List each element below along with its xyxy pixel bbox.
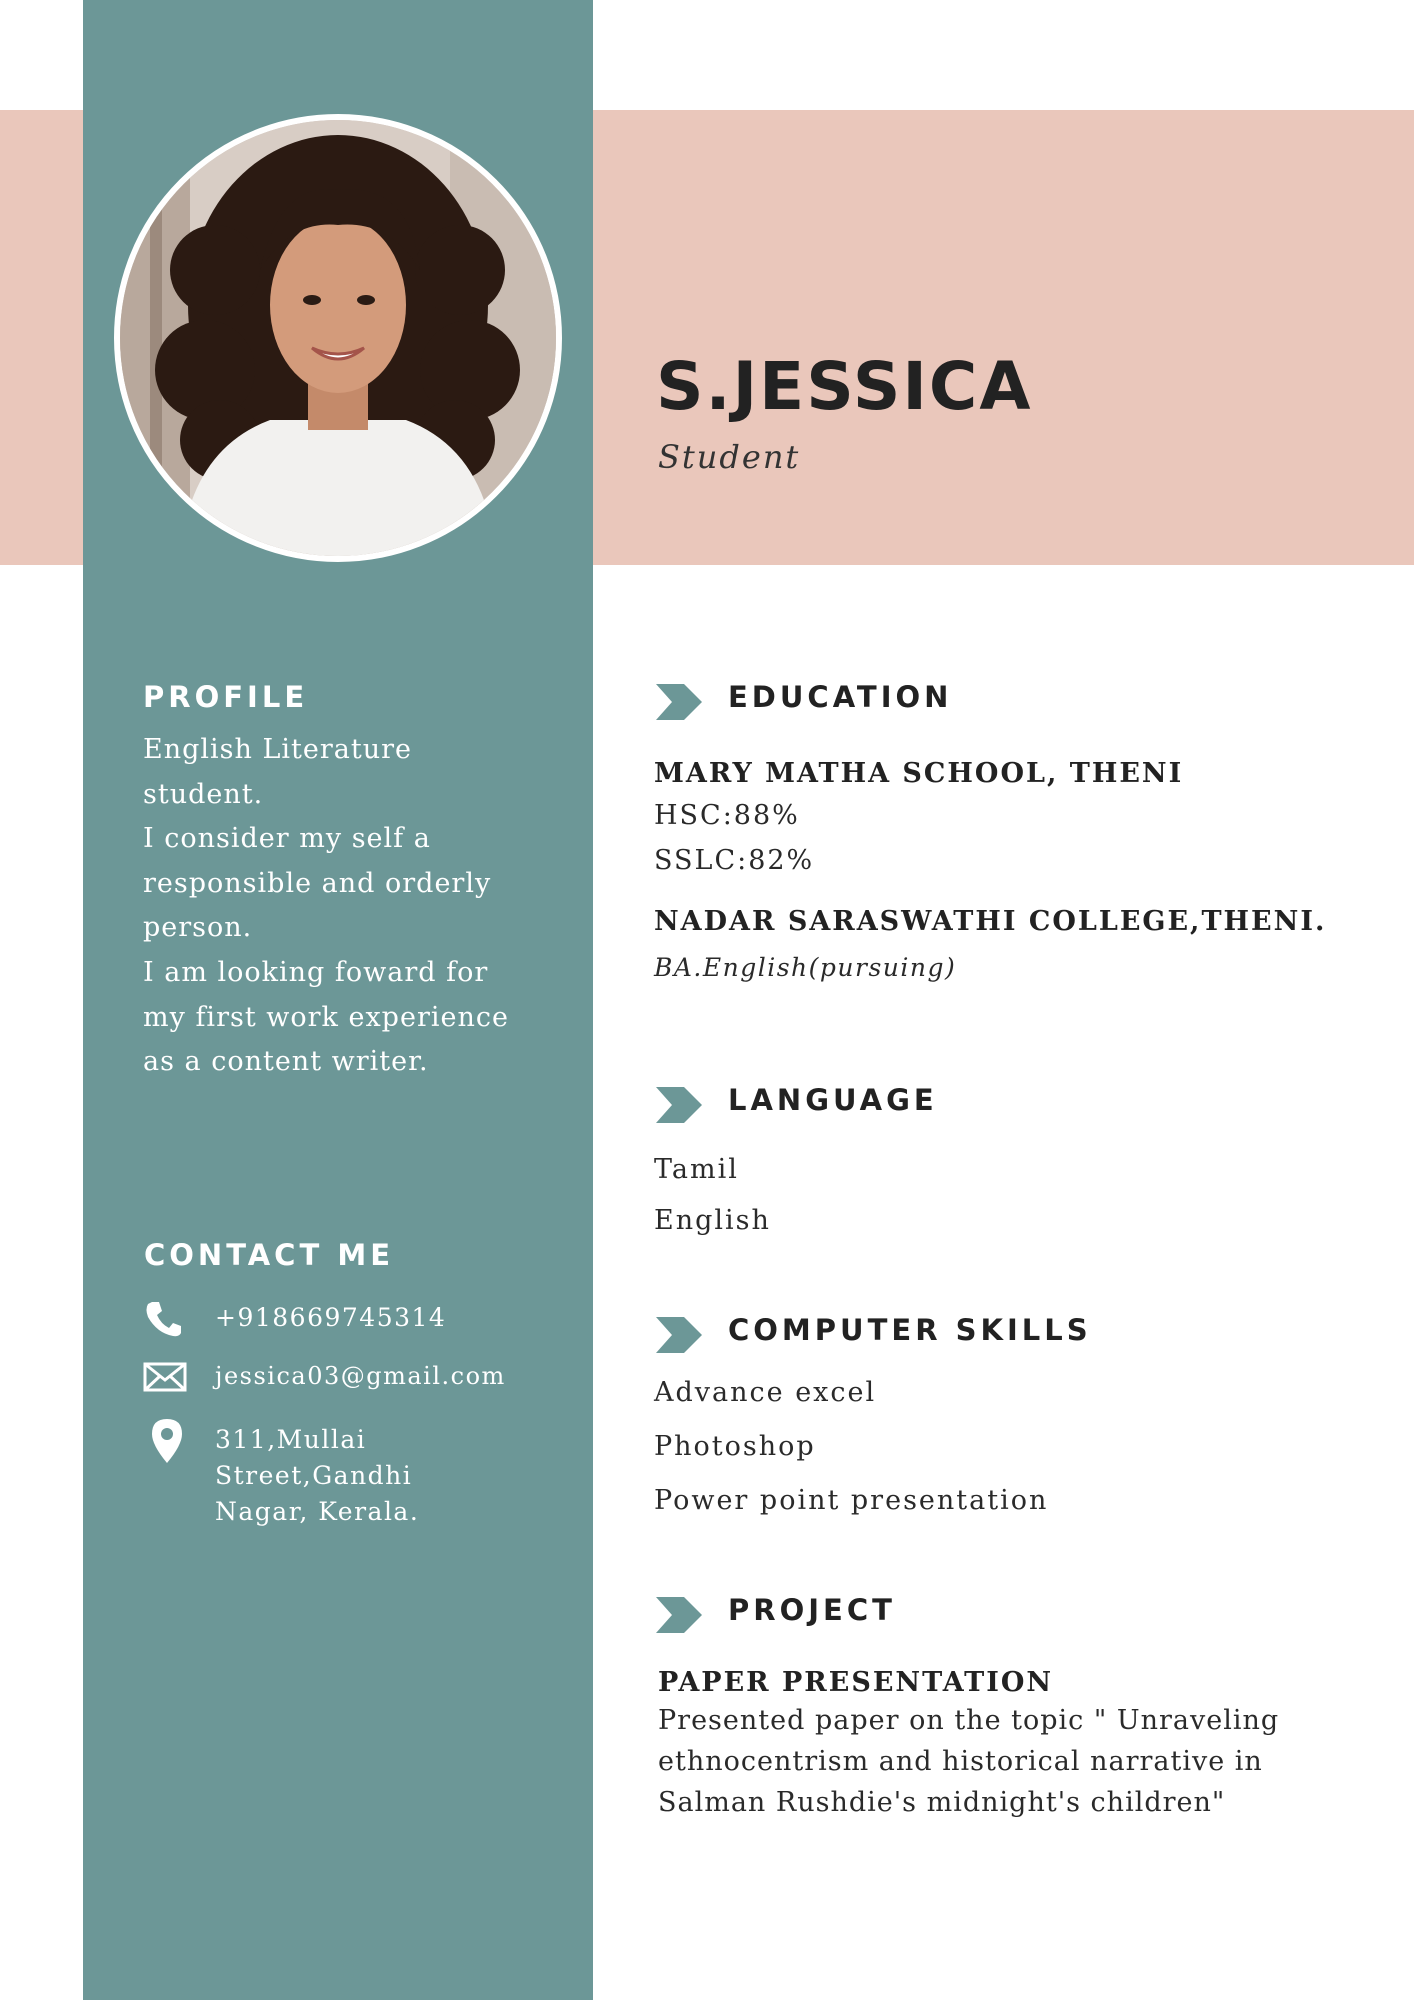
profile-photo — [114, 114, 562, 562]
address-line: 311,Mullai — [215, 1425, 367, 1454]
phone-icon — [143, 1300, 183, 1342]
chevron-right-icon — [656, 684, 702, 724]
address: 311,Mullai Street,Gandhi Nagar, Kerala. — [215, 1422, 419, 1530]
chevron-right-icon — [656, 1597, 702, 1637]
language-heading: LANGUAGE — [728, 1083, 938, 1117]
project-title: PAPER PRESENTATION — [658, 1667, 1054, 1698]
school-name: MARY MATHA SCHOOL, THENI — [654, 758, 1184, 789]
profile-heading: PROFILE — [143, 680, 309, 714]
profile-line: as a content writer. — [143, 1046, 429, 1078]
skills-heading: COMPUTER SKILLS — [728, 1313, 1092, 1347]
skill-item: Power point presentation — [654, 1485, 1049, 1516]
skill-item: Photoshop — [654, 1431, 816, 1462]
person-name: S.JESSICA — [656, 348, 1033, 425]
project-description: Presented paper on the topic " Unravelin… — [658, 1700, 1279, 1823]
chevron-right-icon — [656, 1317, 702, 1357]
portrait-illustration — [120, 120, 556, 556]
hsc-score: HSC:88% — [654, 800, 800, 831]
project-description-line: Salman Rushdie's midnight's children" — [658, 1787, 1226, 1818]
profile-line: responsible and orderly — [143, 867, 492, 899]
language-item: English — [654, 1205, 771, 1236]
degree: BA.English(pursuing) — [654, 953, 957, 982]
education-heading: EDUCATION — [728, 680, 953, 714]
mail-icon — [143, 1362, 187, 1396]
profile-text: English Literature student. I consider m… — [143, 728, 563, 1085]
chevron-right-icon — [656, 1087, 702, 1127]
contact-heading: CONTACT ME — [144, 1238, 395, 1272]
address-line: Street,Gandhi — [215, 1461, 413, 1490]
phone-number[interactable]: +918669745314 — [215, 1300, 446, 1336]
location-pin-icon — [151, 1418, 183, 1468]
college-name: NADAR SARASWATHI COLLEGE,THENI. — [654, 906, 1327, 937]
language-item: Tamil — [654, 1154, 739, 1185]
profile-line: English Literature — [143, 734, 413, 765]
profile-line: I consider my self a — [143, 823, 431, 855]
skill-item: Advance excel — [654, 1377, 877, 1408]
project-description-line: ethnocentrism and historical narrative i… — [658, 1746, 1263, 1777]
project-description-line: Presented paper on the topic " Unravelin… — [658, 1705, 1280, 1736]
address-line: Nagar, Kerala. — [215, 1497, 420, 1526]
person-role: Student — [658, 438, 801, 476]
profile-line: I am looking foward for — [143, 956, 489, 988]
sslc-score: SSLC:82% — [654, 845, 815, 876]
project-heading: PROJECT — [728, 1593, 896, 1627]
profile-line: person. — [143, 912, 253, 944]
profile-line: student. — [143, 778, 264, 810]
email-address[interactable]: jessica03@gmail.com — [215, 1358, 506, 1394]
profile-line: my first work experience — [143, 1001, 509, 1033]
